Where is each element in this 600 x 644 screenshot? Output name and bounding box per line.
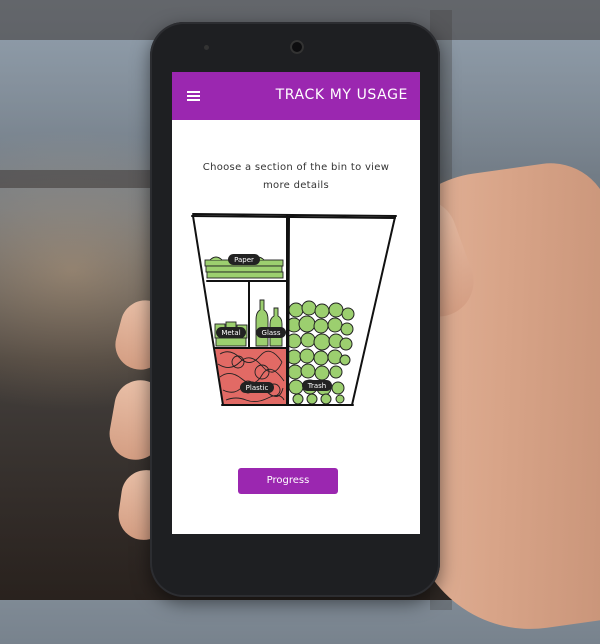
metal-label: Metal <box>221 329 240 337</box>
recycling-bin-diagram: Trash Plastic Metal Glass Paper <box>191 213 397 406</box>
plastic-label: Plastic <box>246 384 269 392</box>
instruction-text: Choose a section of the bin to view more… <box>202 162 390 191</box>
bin-section-trash[interactable]: Trash <box>286 297 355 405</box>
app-bar: TRACK MY USAGE <box>172 72 420 120</box>
bin-section-glass[interactable]: Glass <box>249 281 287 348</box>
app-title: TRACK MY USAGE <box>275 87 408 103</box>
bin-section-metal[interactable]: Metal <box>208 281 249 348</box>
earpiece-icon <box>290 40 304 54</box>
trash-label: Trash <box>307 382 327 390</box>
progress-button[interactable]: Progress <box>238 468 338 494</box>
glass-label: Glass <box>262 329 281 337</box>
paper-label: Paper <box>234 256 254 264</box>
hamburger-menu-icon[interactable] <box>187 91 200 101</box>
bin-section-paper[interactable]: Paper <box>193 216 287 281</box>
front-camera-icon <box>204 45 209 50</box>
phone-screen: TRACK MY USAGE Choose a section of the b… <box>172 72 420 534</box>
bin-section-plastic[interactable]: Plastic <box>215 348 287 404</box>
